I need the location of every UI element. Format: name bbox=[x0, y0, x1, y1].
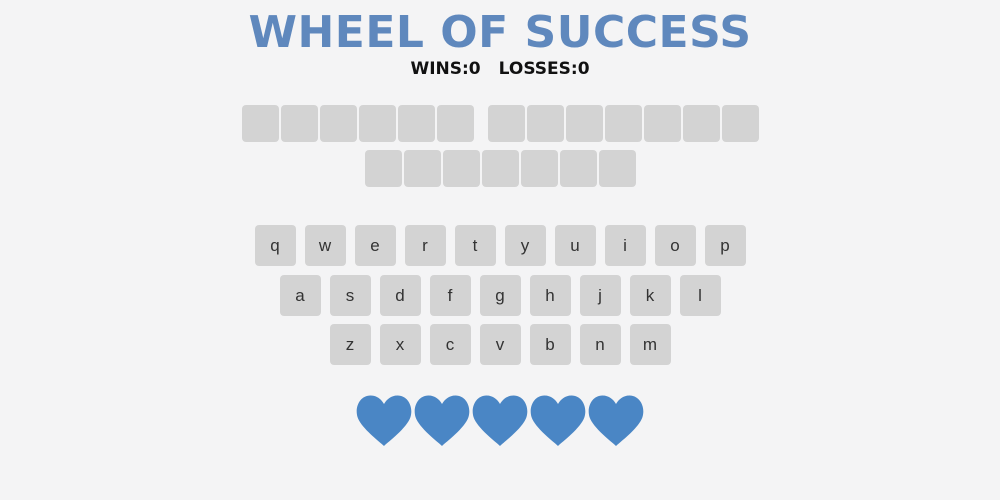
letter-tile bbox=[565, 105, 603, 142]
letter-tile bbox=[526, 105, 564, 142]
key-p[interactable]: p bbox=[704, 225, 746, 266]
losses-counter: LOSSES:0 bbox=[498, 59, 590, 79]
key-e[interactable]: e bbox=[354, 225, 396, 266]
letter-tile bbox=[442, 150, 480, 187]
keyboard-row-3: zxcvbnm bbox=[0, 324, 1000, 365]
letter-tile bbox=[721, 105, 759, 142]
game-title: WHEEL OF SUCCESS bbox=[248, 7, 752, 58]
key-n[interactable]: n bbox=[579, 324, 621, 365]
letter-tile bbox=[280, 105, 318, 142]
score-bar: WINS:0 LOSSES:0 bbox=[0, 58, 1000, 80]
key-a[interactable]: a bbox=[279, 275, 321, 316]
letter-tile bbox=[319, 105, 357, 142]
letter-tile bbox=[643, 105, 681, 142]
letter-tile bbox=[559, 150, 597, 187]
letter-tile bbox=[436, 105, 474, 142]
heart-icon bbox=[355, 392, 413, 450]
heart-icon bbox=[529, 392, 587, 450]
key-g[interactable]: g bbox=[479, 275, 521, 316]
letter-tile bbox=[598, 150, 636, 187]
word-gap bbox=[475, 105, 487, 142]
letter-tile bbox=[403, 150, 441, 187]
letter-tile bbox=[682, 105, 720, 142]
puzzle-row-1 bbox=[0, 105, 1000, 142]
key-m[interactable]: m bbox=[629, 324, 671, 365]
letter-tile bbox=[487, 105, 525, 142]
key-l[interactable]: l bbox=[679, 275, 721, 316]
heart-icon bbox=[587, 392, 645, 450]
key-f[interactable]: f bbox=[429, 275, 471, 316]
heart-icon bbox=[413, 392, 471, 450]
key-u[interactable]: u bbox=[554, 225, 596, 266]
letter-tile bbox=[481, 150, 519, 187]
key-k[interactable]: k bbox=[629, 275, 671, 316]
key-h[interactable]: h bbox=[529, 275, 571, 316]
letter-tile bbox=[241, 105, 279, 142]
letter-tile bbox=[397, 105, 435, 142]
keyboard-row-1: qwertyuiop bbox=[0, 225, 1000, 266]
key-i[interactable]: i bbox=[604, 225, 646, 266]
letter-tile bbox=[364, 150, 402, 187]
key-t[interactable]: t bbox=[454, 225, 496, 266]
key-w[interactable]: w bbox=[304, 225, 346, 266]
key-o[interactable]: o bbox=[654, 225, 696, 266]
key-v[interactable]: v bbox=[479, 324, 521, 365]
lives-display bbox=[0, 392, 1000, 450]
key-x[interactable]: x bbox=[379, 324, 421, 365]
key-z[interactable]: z bbox=[329, 324, 371, 365]
puzzle-row-2 bbox=[0, 150, 1000, 187]
key-d[interactable]: d bbox=[379, 275, 421, 316]
letter-tile bbox=[520, 150, 558, 187]
key-s[interactable]: s bbox=[329, 275, 371, 316]
key-r[interactable]: r bbox=[404, 225, 446, 266]
key-y[interactable]: y bbox=[504, 225, 546, 266]
key-j[interactable]: j bbox=[579, 275, 621, 316]
key-c[interactable]: c bbox=[429, 324, 471, 365]
heart-icon bbox=[471, 392, 529, 450]
keyboard-row-2: asdfghjkl bbox=[0, 275, 1000, 316]
key-b[interactable]: b bbox=[529, 324, 571, 365]
letter-tile bbox=[604, 105, 642, 142]
wins-counter: WINS:0 bbox=[410, 59, 481, 79]
letter-tile bbox=[358, 105, 396, 142]
key-q[interactable]: q bbox=[254, 225, 296, 266]
